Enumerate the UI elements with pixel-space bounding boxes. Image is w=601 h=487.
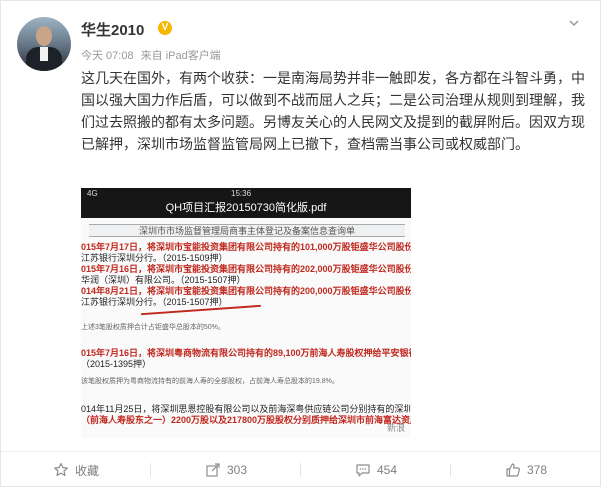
star-icon [54,462,68,477]
post-source: 来自 iPad客户端 [140,50,221,62]
comment-icon [356,464,370,477]
doc-line: （2015-1395押） [81,359,152,369]
post-text: 这几天在国外，有两个收获：一是南海局势并非一触即发，各方都在斗智斗勇，中国以强大… [81,70,585,152]
attached-screenshot[interactable]: 4G 15:36 QH项目汇报20150730简化版.pdf 深圳市市场监督管理… [81,188,411,438]
like-count: 378 [526,463,548,477]
repost-count: 303 [226,463,248,477]
post-meta: 今天 07:08 来自 iPad客户端 [81,47,225,63]
doc-line: （前海人寿股东之一）2200万股以及217800万股股权分别质押给深圳市前海富达… [81,415,411,425]
doc-line: 014年11月25日，将深圳思恩控股有限公司以及前海深粤供应链公司分别持有的深圳… [81,404,411,414]
signal-indicator: 4G [87,189,98,198]
comment-count: 454 [376,463,398,477]
verified-badge-icon: V [158,21,172,35]
watermark: 新浪 [386,423,405,433]
comment-button[interactable]: 454 [301,452,451,487]
avatar[interactable] [17,17,71,71]
username[interactable]: 华生2010 [81,19,144,40]
doc-header: 深圳市市场监督管理局商事主体登记及备案信息查询单 [89,224,405,237]
action-bar: 收藏 303 454 378 [1,451,601,487]
weibo-post-card: 华生2010 V 今天 07:08 来自 iPad客户端 这几天在国外，有两个收… [0,0,601,487]
doc-line: 015年7月16日，将深圳粤商物流有限公司持有的89,100万前海人寿股权押给平… [81,348,411,358]
doc-line: 华润（深圳）有限公司。（2015-1507押） [81,275,246,285]
doc-line: 上述3笔股权质押合计占钜盛华总股本的50%。 [81,324,225,331]
phone-status-bar: 4G 15:36 [81,188,411,200]
status-clock: 15:36 [231,189,252,198]
doc-line: 该笔股权质押为粤商物流持有的前海人寿的全部股权，占前海人寿总股本的19.8%。 [81,378,339,385]
pdf-title: QH项目汇报20150730简化版.pdf [81,200,411,218]
pdf-document: 深圳市市场监督管理局商事主体登记及备案信息查询单 015年7月17日，将深圳市宝… [81,218,411,438]
doc-line: 江苏银行深圳分行。（2015-1507押） [81,297,228,307]
doc-line: 015年7月17日，将深圳市宝能投资集团有限公司持有的101,000万股钜盛华公… [81,242,411,252]
repost-button[interactable]: 303 [151,452,301,487]
favorite-label: 收藏 [74,463,99,478]
favorite-button[interactable]: 收藏 [1,452,151,487]
like-button[interactable]: 378 [451,452,601,487]
share-icon [206,463,220,477]
doc-line: 江苏银行深圳分行。（2015-1509押） [81,253,228,263]
chevron-down-icon[interactable] [567,17,581,31]
doc-line: 014年8月21日，将深圳市宝能投资集团有限公司持有的200,000万股钜盛华公… [81,286,411,296]
doc-line: 015年7月16日，将深圳市宝能投资集团有限公司持有的202,000万股钜盛华公… [81,264,411,274]
post-time[interactable]: 今天 07:08 [81,50,134,62]
thumbs-up-icon [506,463,520,477]
